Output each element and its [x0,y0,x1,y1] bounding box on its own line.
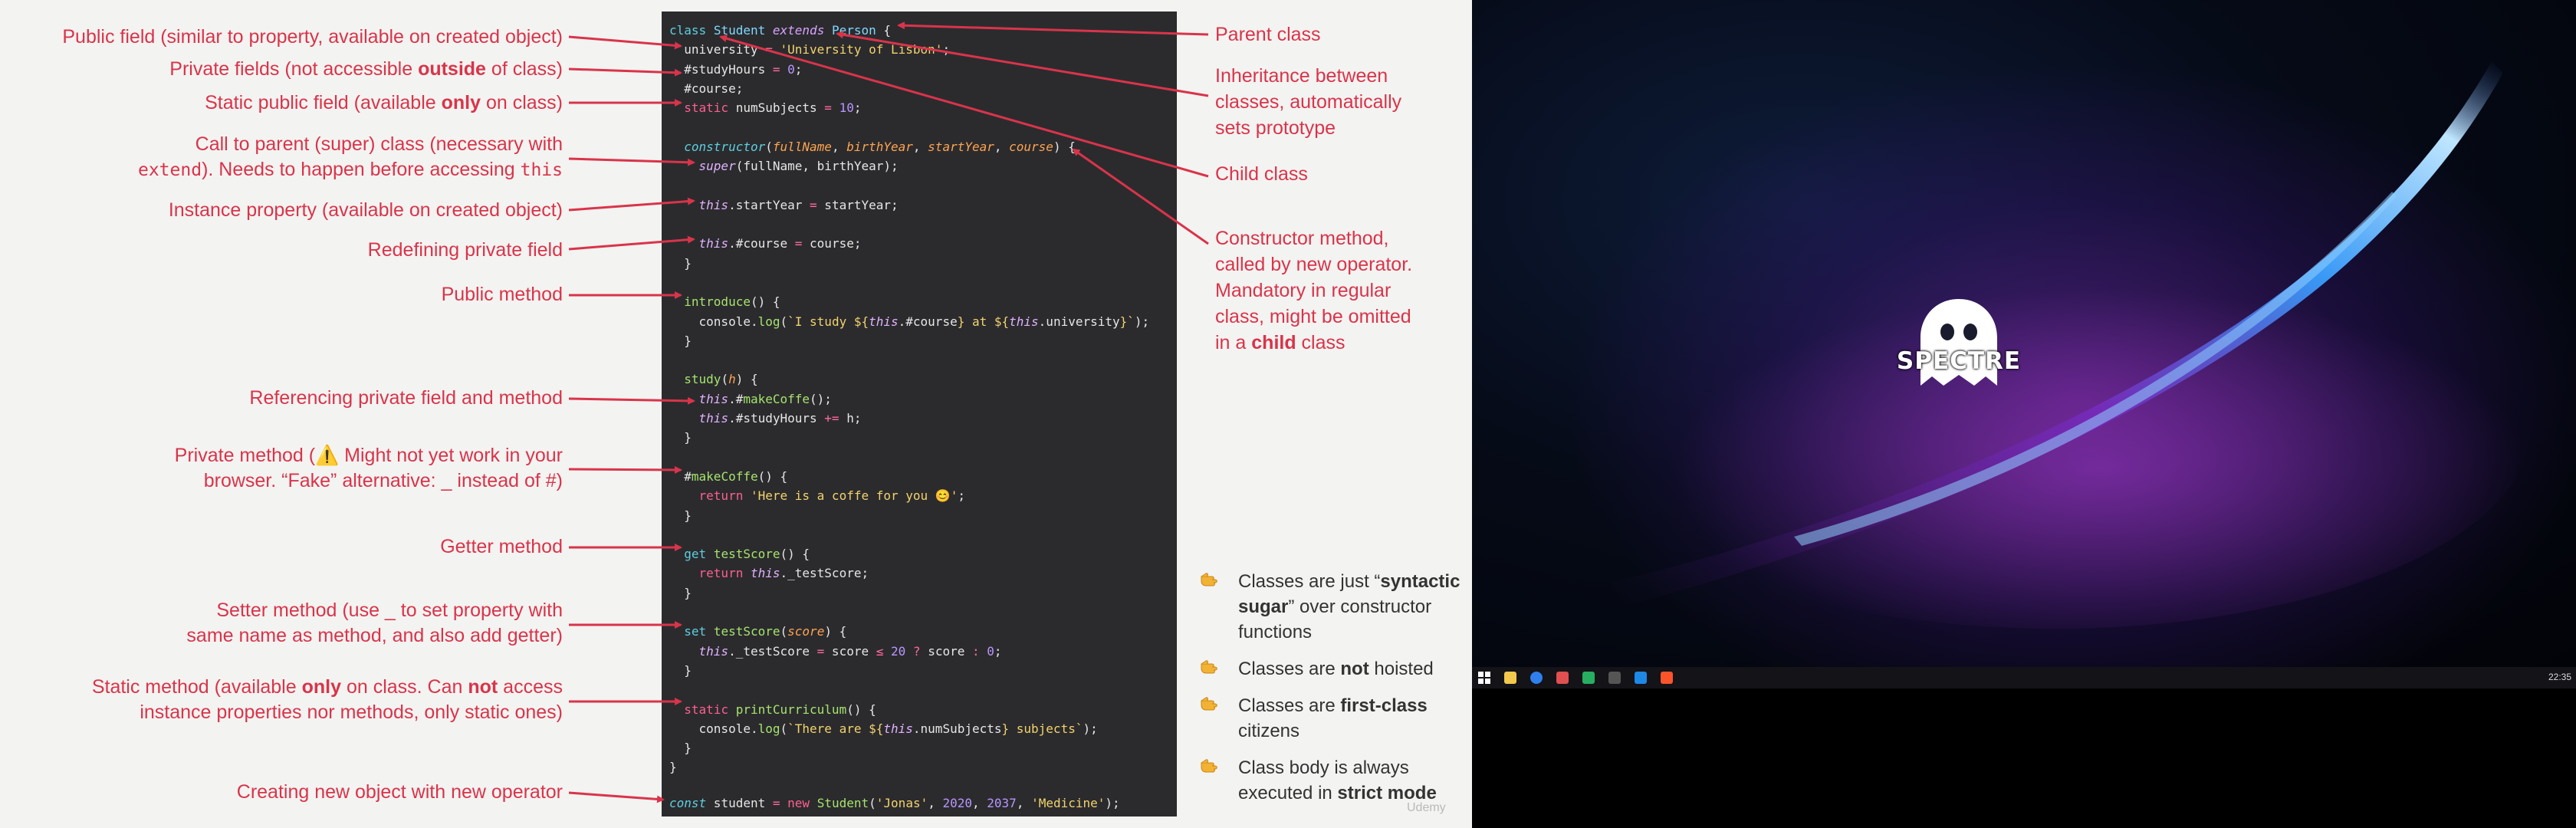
pointing-hand-icon [1201,660,1217,674]
label-referencing-private: Referencing private field and method [249,387,563,409]
label-private-method: Private method (⚠️ Might not yet work in… [174,445,563,491]
pointing-hand-icon [1201,573,1217,586]
label-public-field: Public field (similar to property, avail… [62,26,563,48]
code-line: get testScore() { [684,547,810,562]
label-parent-class: Parent class [1215,24,1321,45]
code-line: return this._testScore; [698,566,869,581]
media-icon[interactable] [1556,672,1569,684]
label-public-method: Public method [441,284,563,305]
terminal-icon[interactable] [1608,672,1621,684]
code-line: study(h) { [684,372,758,387]
label-child-class: Child class [1215,163,1308,185]
code-line: } [669,333,692,348]
code-line: } [669,741,692,756]
label-private-fields: Private fields (not accessible outside o… [169,58,563,80]
arrow-creating-object [568,791,665,803]
spectre-logo-text: SPECTRE [1896,347,2022,375]
label-instance-property: Instance property (available on created … [168,199,563,221]
code-line: } [669,430,692,445]
brave-icon[interactable] [1661,672,1673,684]
code-line: static numSubjects = 10; [684,100,862,116]
label-getter-method: Getter method [440,536,563,557]
code-line: this.startYear = startYear; [698,197,899,212]
code-line: } [669,585,692,600]
code-line: class Student extends Person { [669,23,892,38]
code-line: introduce() { [684,294,780,310]
lecture-slide: class Student extends Person { universit… [0,0,1472,828]
code-line: const student = new Student('Jonas', 202… [669,796,1120,810]
code-line: university = 'University of Lisbon'; [669,42,951,58]
code-line: } [669,760,677,775]
spreadsheet-icon[interactable] [1582,672,1595,684]
code-line: console.log(`I study ${this.#course} at … [669,314,1150,329]
pointing-hand-icon [1201,759,1217,773]
windows-start-icon[interactable] [1478,672,1490,684]
label-inheritance: Inheritance between classes, automaticall… [1215,65,1402,139]
label-constructor-method: Constructor method, called by new operato… [1215,228,1413,353]
pointing-hand-icon [1201,697,1217,711]
label-creating-object: Creating new object with new operator [236,781,563,803]
taskbar: 22:35 [1472,667,2576,688]
code-line: } [669,662,692,678]
label-call-to-parent: Call to parent (super) class (necessary … [137,133,563,180]
ghost-logo-icon [1921,299,1997,386]
label-redefining-private: Redefining private field [367,239,563,261]
label-static-public-field: Static public field (available only on c… [205,92,563,113]
code-line: } [669,508,692,523]
code-line: console.log(`There are ${this.numSubject… [669,721,1098,736]
code-line: } [669,255,692,271]
code-line: super(fullName, birthYear); [698,159,899,174]
code-line: this.#course = course; [698,236,862,251]
bullet-text: Classes are not hoisted [1238,659,1434,679]
code-line: #makeCoffe() { [669,468,788,484]
code-line: return 'Here is a coffe for you 😊'; [698,488,965,504]
code-block: class Student extends Person { universit… [662,12,1177,816]
bullet-text: Class body is always executed in strict … [1238,757,1437,803]
code-line: set testScore(score) { [684,624,847,639]
file-explorer-icon[interactable] [1504,672,1516,684]
label-setter-method: Setter method (use _ to set property wit… [186,600,563,646]
black-area [1472,688,2576,828]
udemy-watermark: Udemy [1407,801,1446,814]
code-line: #studyHours = 0; [669,61,803,77]
code-line: this.#makeCoffe(); [698,391,832,406]
browser-icon[interactable] [1530,672,1543,684]
bullet-text: Classes are first-class citizens [1238,695,1428,741]
code-line: this.#studyHours += h; [698,411,862,426]
spectre-logo: SPECTRE [1886,295,2032,395]
code-line: static printCurriculum() { [684,702,876,717]
desktop-wallpaper: SPECTRE [1472,0,2576,667]
bullet-text: Classes are just “syntactic sugar” over … [1238,571,1460,642]
taskbar-clock[interactable]: 22:35 [2548,672,2571,682]
label-static-method: Static method (available only on class. … [91,676,563,723]
code-line: constructor(fullName, birthYear, startYe… [684,139,1076,154]
code-line: this._testScore = score ≤ 20 ? score : 0… [698,643,1002,659]
vscode-icon[interactable] [1635,672,1647,684]
code-line: #course; [669,80,744,96]
